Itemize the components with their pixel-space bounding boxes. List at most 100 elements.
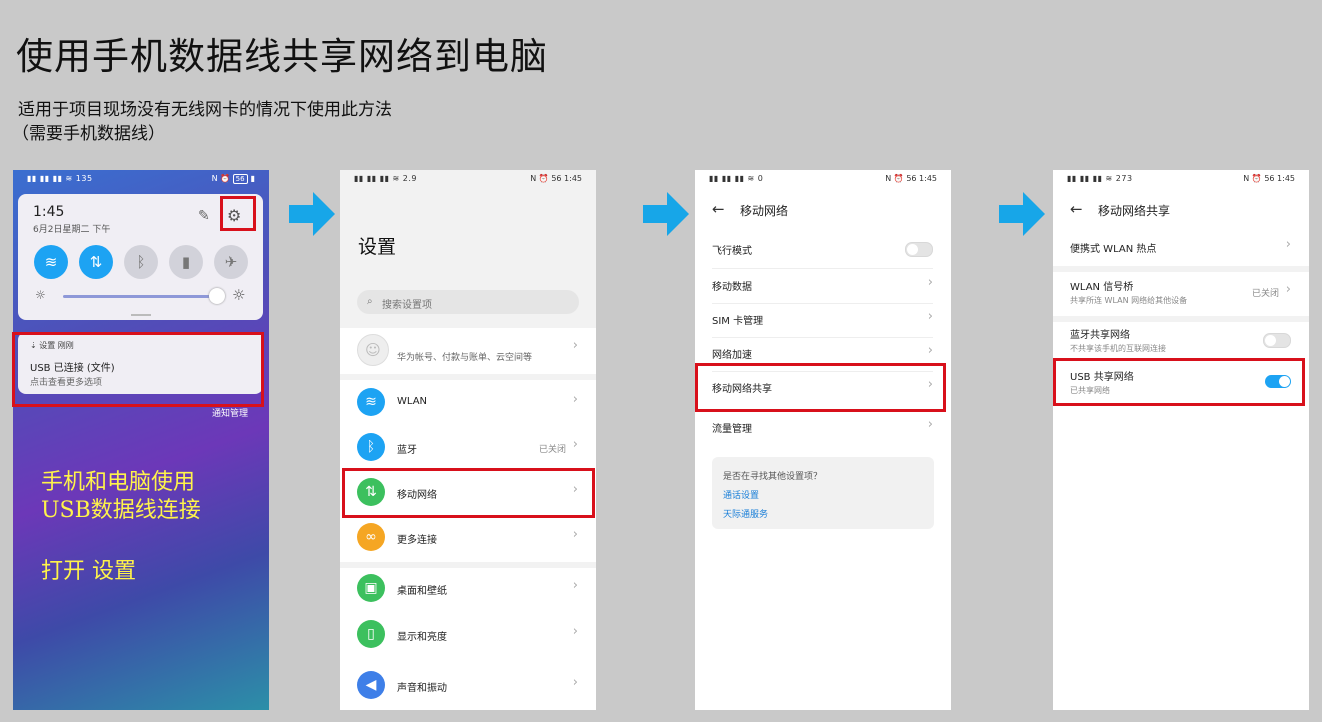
- settings-item-label: 声音和振动: [397, 683, 447, 694]
- chevron-right-icon: ›: [572, 624, 578, 639]
- signal-icon: ▮▮ ▮▮ ▮▮ ≋ 273: [1067, 174, 1133, 183]
- settings-item-label: 桌面和壁纸: [397, 586, 447, 597]
- bluetooth-tether-toggle[interactable]: [1263, 333, 1291, 348]
- wifi-icon[interactable]: ≋: [34, 245, 68, 279]
- notification-manage-link[interactable]: 通知管理: [212, 406, 248, 419]
- settings-item-more-connections[interactable]: ∞ 更多连接 ›: [340, 523, 596, 553]
- brightness-icon: ▯: [357, 620, 385, 648]
- airplane-mode-row[interactable]: 飞行模式: [695, 242, 951, 269]
- search-input[interactable]: ⌕ 搜索设置项: [357, 290, 579, 314]
- related-question: 是否在寻找其他设置项？: [723, 472, 823, 482]
- mobile-data-icon[interactable]: ⇅: [79, 245, 113, 279]
- speaker-icon: ◀: [357, 671, 385, 699]
- related-settings-box: 是否在寻找其他设置项？ 通话设置 天际通服务: [712, 457, 934, 529]
- settings-item-sound[interactable]: ◀ 声音和振动 ›: [340, 671, 596, 701]
- phone-screen-settings: ▮▮ ▮▮ ▮▮ ≋ 2.9 N ⏰ 56 1:45 设置 ⌕ 搜索设置项 ☺ …: [340, 170, 596, 710]
- signal-icon: ▮▮ ▮▮ ▮▮ ≋ 135: [27, 174, 93, 183]
- settings-item-display[interactable]: ▯ 显示和亮度 ›: [340, 620, 596, 650]
- image-icon: ▣: [357, 574, 385, 602]
- arrow-right-icon: [289, 192, 335, 236]
- row-label: 飞行模式: [712, 246, 752, 257]
- clock-time: 1:45: [33, 204, 65, 220]
- status-bar: ▮▮ ▮▮ ▮▮ ≋ 135 N ⏰ 56 ▮: [13, 170, 269, 190]
- highlight-usb-notification: [12, 332, 264, 407]
- phone-screen-notifications: ▮▮ ▮▮ ▮▮ ≋ 135 N ⏰ 56 ▮ 1:45 6月2日星期二 下午 ✎…: [13, 170, 269, 710]
- page-title: 使用手机数据线共享网络到电脑: [16, 35, 548, 78]
- subtitle-line-2: （需要手机数据线）: [12, 124, 165, 144]
- status-bar: ▮▮ ▮▮ ▮▮ ≋ 273 N ⏰ 56 1:45: [1053, 170, 1309, 190]
- brightness-slider-knob[interactable]: [209, 288, 225, 304]
- settings-item-label: 蓝牙: [397, 445, 417, 456]
- settings-item-label: WLAN: [397, 396, 428, 407]
- hotspot-row[interactable]: 便携式 WLAN 热点 ›: [1053, 237, 1309, 266]
- signal-icon: ▮▮ ▮▮ ▮▮ ≋ 2.9: [354, 174, 418, 183]
- brightness-slider[interactable]: [63, 295, 218, 298]
- status-bar: ▮▮ ▮▮ ▮▮ ≋ 0 N ⏰ 56 1:45: [695, 170, 951, 190]
- wifi-icon: ≋: [357, 388, 385, 416]
- chevron-right-icon: ›: [572, 675, 578, 690]
- row-label: 蓝牙共享网络: [1070, 330, 1130, 341]
- chevron-right-icon: ›: [1285, 282, 1291, 297]
- arrow-right-icon: [999, 192, 1045, 236]
- settings-item-value: 已关闭: [538, 445, 566, 455]
- back-arrow-icon[interactable]: ←: [1070, 200, 1083, 218]
- chevron-right-icon: ›: [927, 309, 933, 324]
- battery-icon: N ⏰ 56 1:45: [530, 174, 582, 183]
- phone-screen-tethering: ▮▮ ▮▮ ▮▮ ≋ 273 N ⏰ 56 1:45 ← 移动网络共享 便携式 …: [1053, 170, 1309, 710]
- row-label: 移动数据: [712, 282, 752, 293]
- account-text: 华为帐号、付款与账单、云空间等: [397, 353, 533, 363]
- battery-icon: N ⏰ 56 ▮: [211, 174, 255, 184]
- bluetooth-tether-row[interactable]: 蓝牙共享网络 不共享该手机的互联网连接: [1053, 326, 1309, 360]
- highlight-usb-tether: [1053, 358, 1305, 406]
- back-arrow-icon[interactable]: ←: [712, 200, 725, 218]
- chevron-right-icon: ›: [572, 527, 578, 542]
- edit-icon[interactable]: ✎: [198, 208, 210, 224]
- avatar-icon: ☺: [357, 334, 389, 366]
- brightness-low-icon: ☼: [35, 288, 46, 302]
- chevron-right-icon: ›: [572, 392, 578, 407]
- settings-item-wlan[interactable]: ≋ WLAN ›: [340, 388, 596, 418]
- bluetooth-icon: ᛒ: [357, 433, 385, 461]
- display-card: ▣ 桌面和壁纸 › ▯ 显示和亮度 › ◀ 声音和振动 ›: [340, 568, 596, 710]
- chevron-right-icon: ›: [927, 275, 933, 290]
- arrow-right-icon: [643, 192, 689, 236]
- settings-item-label: 更多连接: [397, 535, 437, 546]
- row-sublabel: 不共享该手机的互联网连接: [1070, 344, 1166, 353]
- highlight-gear: [220, 196, 256, 231]
- settings-heading: 设置: [358, 236, 397, 258]
- row-sublabel: 共享所连 WLAN 网络给其他设备: [1070, 296, 1188, 305]
- caption-line-3: 打开 设置: [41, 559, 136, 584]
- data-usage-row[interactable]: 流量管理 ›: [695, 417, 951, 442]
- link-icon: ∞: [357, 523, 385, 551]
- bluetooth-icon[interactable]: ᛒ: [124, 245, 158, 279]
- row-label: 便携式 WLAN 热点: [1070, 244, 1157, 255]
- header-title: 移动网络: [740, 204, 789, 218]
- row-value: 已关闭: [1251, 289, 1279, 299]
- sim-management-row[interactable]: SIM 卡管理 ›: [695, 309, 951, 338]
- flashlight-icon[interactable]: ▮: [169, 245, 203, 279]
- drag-handle[interactable]: [131, 314, 151, 316]
- airplane-icon[interactable]: ✈: [214, 245, 248, 279]
- caption-line-2: USB数据线连接: [41, 498, 201, 523]
- chevron-right-icon: ›: [572, 578, 578, 593]
- mobile-data-row[interactable]: 移动数据 ›: [695, 275, 951, 304]
- airplane-mode-toggle[interactable]: [905, 242, 933, 257]
- settings-item-bluetooth[interactable]: ᛒ 蓝牙 已关闭 ›: [340, 433, 596, 463]
- chevron-right-icon: ›: [927, 343, 933, 358]
- settings-item-label: 显示和亮度: [397, 632, 447, 643]
- chevron-right-icon: ›: [1285, 237, 1291, 252]
- wlan-bridge-row[interactable]: WLAN 信号桥 共享所连 WLAN 网络给其他设备 已关闭 ›: [1053, 278, 1309, 312]
- row-label: 网络加速: [712, 350, 752, 361]
- search-placeholder: 搜索设置项: [382, 300, 432, 311]
- settings-item-wallpaper[interactable]: ▣ 桌面和壁纸 ›: [340, 574, 596, 604]
- skytone-link[interactable]: 天际通服务: [723, 507, 768, 520]
- subtitle-line-1: 适用于项目现场没有无线网卡的情况下使用此方法: [18, 100, 392, 120]
- brightness-high-icon: ☼: [232, 286, 246, 304]
- battery-icon: N ⏰ 56 1:45: [1243, 174, 1295, 183]
- highlight-mobile-network: [342, 468, 595, 518]
- row-label: WLAN 信号桥: [1070, 282, 1134, 293]
- chevron-right-icon: ›: [572, 437, 578, 452]
- call-settings-link[interactable]: 通话设置: [723, 488, 759, 501]
- chevron-right-icon: ›: [572, 338, 578, 353]
- account-card[interactable]: ☺ 华为帐号、付款与账单、云空间等 ›: [340, 328, 596, 374]
